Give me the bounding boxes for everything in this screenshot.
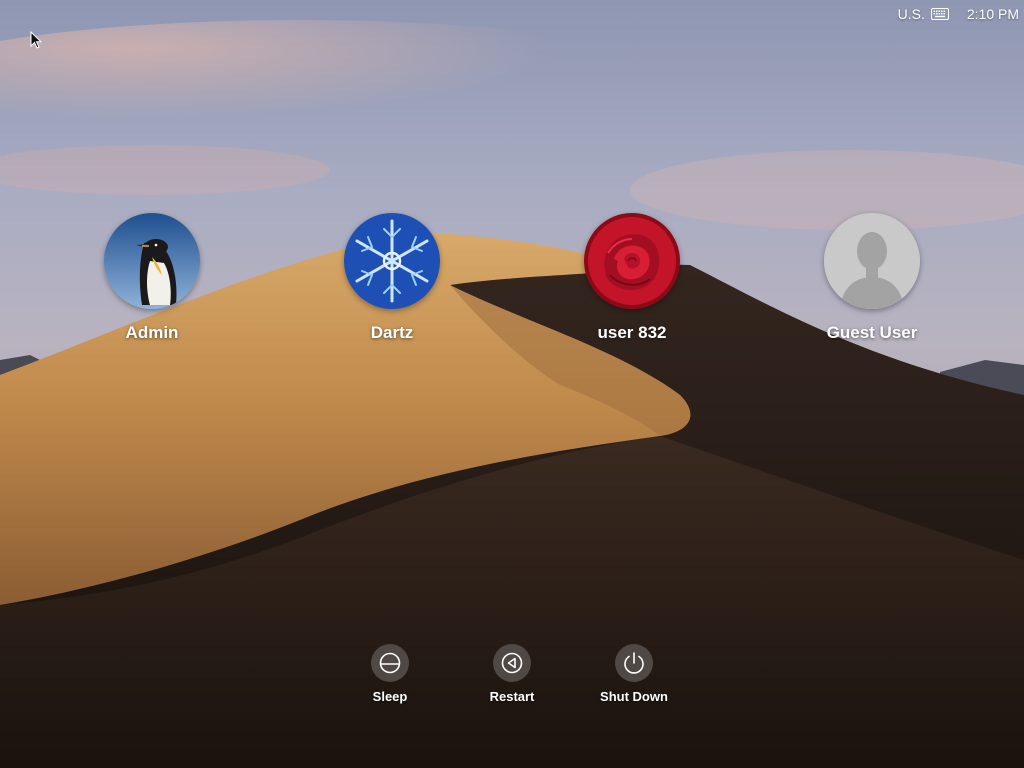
user-tile-user-832[interactable]: user 832	[557, 213, 707, 343]
sleep-label: Sleep	[372, 689, 408, 704]
shut-down-button[interactable]: Shut Down	[584, 644, 684, 704]
penguin-avatar	[104, 213, 200, 309]
restart-label: Restart	[489, 689, 535, 704]
generic-silhouette-avatar	[824, 213, 920, 309]
snowflake-avatar	[344, 213, 440, 309]
user-name: Guest User	[826, 323, 918, 342]
power-controls: Sleep Restart Shut Down	[0, 644, 1024, 714]
sleep-button[interactable]: Sleep	[340, 644, 440, 704]
power-icon	[624, 652, 644, 674]
login-screen: U.S. 2:10 PM Admin Dartz user 832 Guest …	[0, 0, 1024, 768]
menu-bar: U.S. 2:10 PM	[898, 0, 1024, 28]
shut-down-button-circle[interactable]	[615, 644, 653, 682]
user-list: Admin Dartz user 832 Guest User	[0, 213, 1024, 353]
input-source-menu[interactable]: U.S.	[898, 6, 949, 22]
user-name: Admin	[125, 323, 179, 342]
keyboard-icon	[930, 8, 949, 20]
user-name: Dartz	[370, 323, 414, 342]
user-tile-admin[interactable]: Admin	[77, 213, 227, 343]
clock[interactable]: 2:10 PM	[967, 6, 1019, 22]
restart-icon	[501, 652, 523, 674]
mouse-cursor-icon	[30, 31, 42, 49]
user-name: user 832	[597, 323, 667, 342]
user-tile-dartz[interactable]: Dartz	[317, 213, 467, 343]
rose-avatar	[584, 213, 680, 309]
input-source-label: U.S.	[897, 6, 925, 22]
sleep-button-circle[interactable]	[371, 644, 409, 682]
shut-down-label: Shut Down	[600, 689, 668, 704]
user-tile-guest[interactable]: Guest User	[797, 213, 947, 343]
sleep-icon	[379, 652, 401, 674]
restart-button[interactable]: Restart	[462, 644, 562, 704]
restart-button-circle[interactable]	[493, 644, 531, 682]
